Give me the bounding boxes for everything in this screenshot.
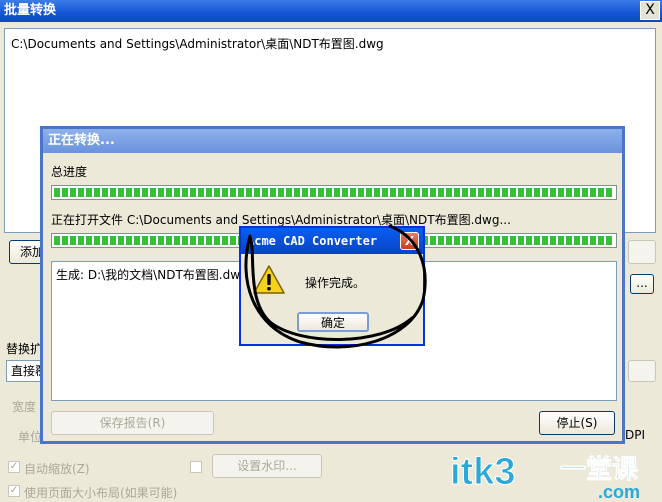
right-field-edge <box>628 360 656 382</box>
window-title: 批量转换 <box>4 3 57 18</box>
stop-button[interactable]: 停止(S) <box>539 411 615 435</box>
right-button-edge <box>628 240 656 264</box>
overall-progress-bar <box>51 185 617 200</box>
width-label: 宽度 <box>12 400 37 414</box>
message-text: 操作完成。 <box>305 276 366 290</box>
watermark-domain: .com <box>598 482 640 500</box>
overall-progress-fill <box>54 188 614 197</box>
close-icon[interactable]: X <box>400 232 419 250</box>
message-box-titlebar: Acme CAD Converter <box>241 228 423 254</box>
batch-convert-titlebar: 批量转换 <box>0 0 662 22</box>
ok-button-label: 确定 <box>320 316 345 330</box>
unit-label: 单位 <box>18 430 43 444</box>
list-item[interactable]: C:\Documents and Settings\Administrator\… <box>11 35 384 52</box>
save-report-label: 保存报告(R) <box>99 416 166 430</box>
set-watermark-label: 设置水印... <box>237 459 297 473</box>
overall-progress-label: 总进度 <box>51 165 88 179</box>
watermark-cn: 一堂课 <box>560 455 639 485</box>
page-layout-label: 使用页面大小布局(如果可能) <box>24 486 178 500</box>
browse-button[interactable]: ... <box>630 274 654 294</box>
warning-icon <box>253 265 285 294</box>
watermark-checkbox[interactable] <box>190 461 202 473</box>
replace-label: 替换扩 <box>6 342 43 356</box>
save-report-button[interactable]: 保存报告(R) <box>51 411 214 435</box>
auto-zoom-label: 自动缩放(Z) <box>24 462 90 476</box>
progress-dialog-titlebar: 正在转换... <box>43 129 622 153</box>
progress-dialog-title: 正在转换... <box>48 133 115 148</box>
ok-button[interactable]: 确定 <box>297 312 369 332</box>
browse-button-label: ... <box>636 276 648 290</box>
stop-button-label: 停止(S) <box>556 416 598 430</box>
watermark-logo: itk3 一堂课 .com <box>450 451 641 501</box>
dpi-label: DPI <box>625 428 646 442</box>
auto-zoom-checkbox[interactable]: ✓ <box>8 461 20 473</box>
message-box: Acme CAD Converter X 操作完成。 确定 <box>239 226 425 346</box>
watermark-brand: itk3 <box>450 451 515 493</box>
close-icon[interactable]: X <box>640 1 660 20</box>
log-line: 生成: D:\我的文档\NDT布置图.dwg <box>56 268 248 282</box>
page-layout-checkbox[interactable]: ✓ <box>8 485 20 497</box>
set-watermark-button[interactable]: 设置水印... <box>212 454 322 478</box>
message-box-title: Acme CAD Converter <box>247 234 378 248</box>
